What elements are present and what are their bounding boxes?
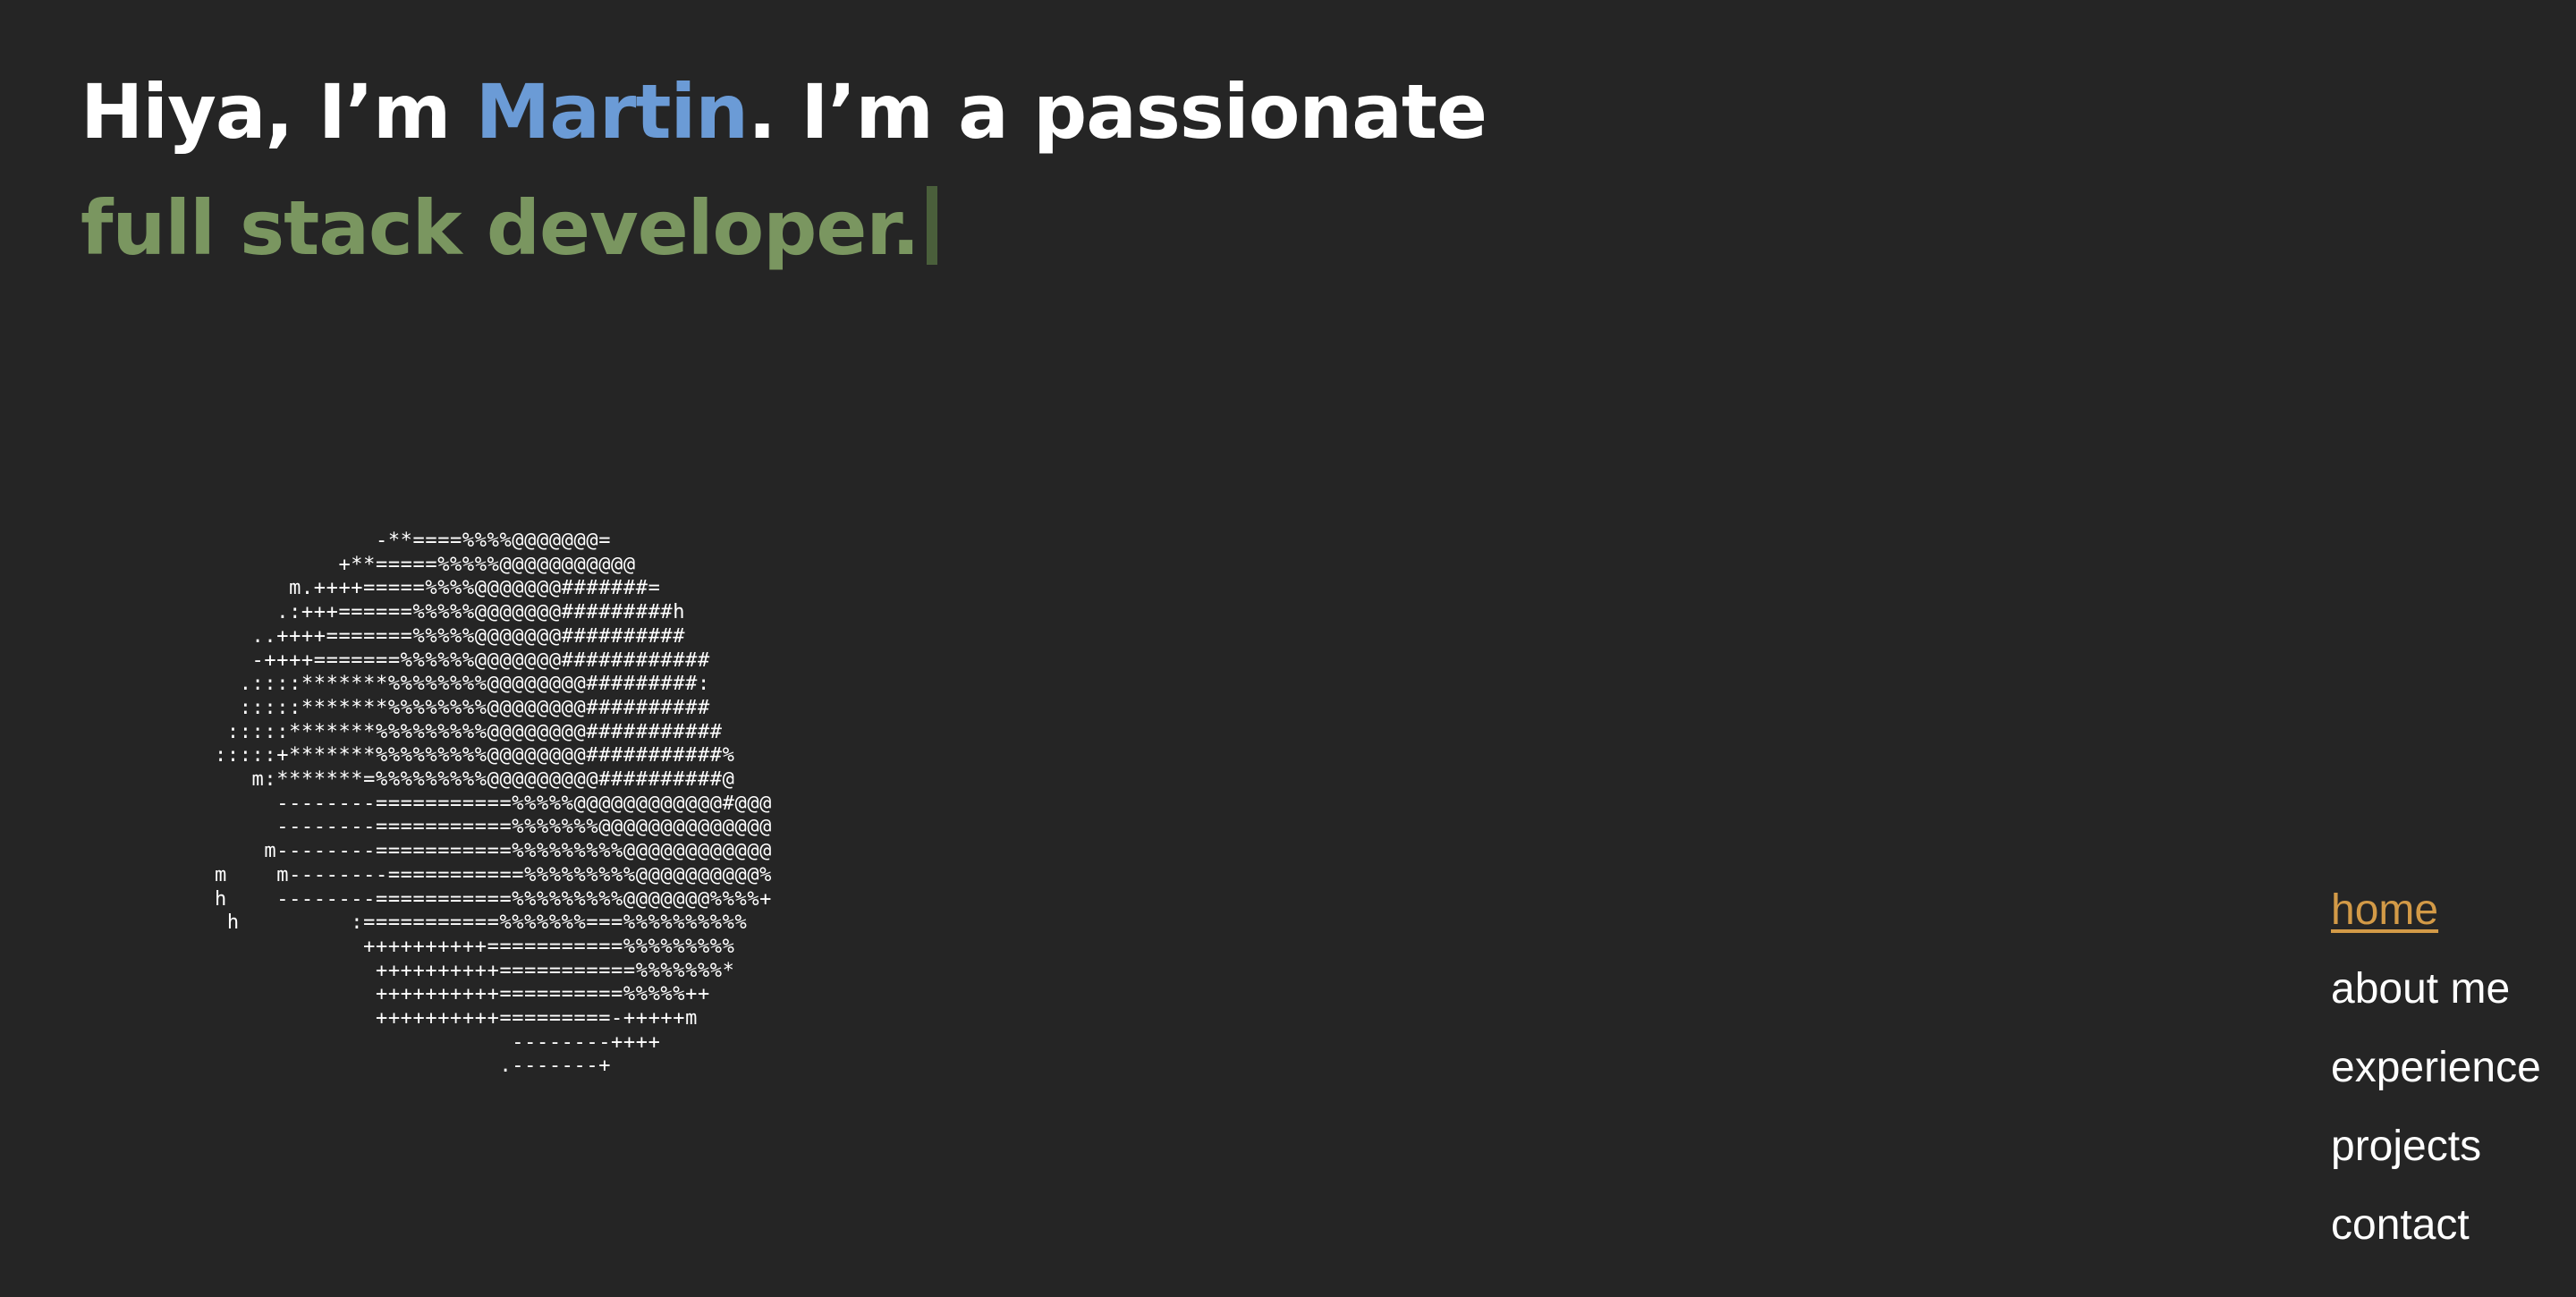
- nav-item-about-me: about me: [2331, 950, 2541, 1029]
- main-nav: home about me experience projects contac…: [2331, 871, 2541, 1265]
- nav-link-about-me[interactable]: about me: [2331, 965, 2510, 1013]
- typing-cursor: [926, 186, 937, 265]
- hero-greeting: Hiya, I’m: [80, 68, 476, 156]
- hero-intro-suffix: . I’m a passionate: [748, 68, 1487, 156]
- hero-line-2: full stack developer.: [80, 170, 1487, 286]
- hero-name: Martin: [475, 68, 749, 156]
- nav-item-projects: projects: [2331, 1107, 2541, 1186]
- hero-line-1: Hiya, I’m Martin. I’m a passionate: [80, 54, 1487, 170]
- nav-item-home: home: [2331, 871, 2541, 950]
- nav-link-contact[interactable]: contact: [2331, 1201, 2470, 1249]
- nav-link-projects[interactable]: projects: [2331, 1123, 2481, 1170]
- hero-headline: Hiya, I’m Martin. I’m a passionate full …: [80, 54, 1487, 286]
- nav-item-experience: experience: [2331, 1029, 2541, 1107]
- nav-link-home[interactable]: home: [2331, 886, 2438, 934]
- ascii-art-globe: -**====%%%%@@@@@@@= +**=====%%%%%@@@@@@@…: [215, 530, 773, 1078]
- nav-link-experience[interactable]: experience: [2331, 1044, 2541, 1091]
- hero-role: full stack developer.: [80, 184, 920, 272]
- nav-item-contact: contact: [2331, 1186, 2541, 1265]
